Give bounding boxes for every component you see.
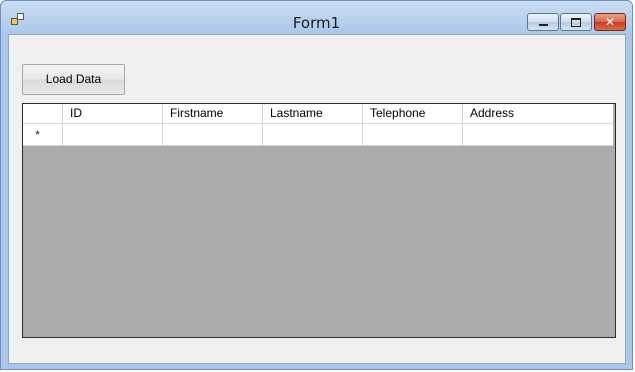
column-header-address[interactable]: Address	[463, 104, 613, 124]
close-button[interactable]: ✕	[594, 13, 626, 31]
column-header-lastname[interactable]: Lastname	[263, 104, 363, 124]
new-row: *	[23, 124, 613, 146]
maximize-button[interactable]	[560, 13, 592, 31]
minimize-button[interactable]	[527, 13, 559, 31]
new-row-marker[interactable]: *	[23, 124, 63, 146]
close-icon: ✕	[604, 15, 616, 29]
load-data-button[interactable]: Load Data	[22, 64, 125, 95]
minimize-icon	[538, 23, 548, 26]
cell-lastname[interactable]	[263, 124, 363, 146]
cell-id[interactable]	[63, 124, 163, 146]
data-grid[interactable]: ID Firstname Lastname Telephone Address …	[22, 103, 616, 338]
column-header-telephone[interactable]: Telephone	[363, 104, 463, 124]
cell-address[interactable]	[463, 124, 613, 146]
cell-telephone[interactable]	[363, 124, 463, 146]
cell-firstname[interactable]	[163, 124, 263, 146]
title-bar[interactable]: Form1 ✕	[1, 1, 632, 33]
main-window: Form1 ✕ Load Data ID Firstname Lastname …	[0, 0, 633, 370]
column-header-id[interactable]: ID	[63, 104, 163, 124]
maximize-icon	[571, 17, 581, 27]
column-header-firstname[interactable]: Firstname	[163, 104, 263, 124]
form-client-area: Load Data ID Firstname Lastname Telephon…	[8, 34, 626, 364]
grid-corner-header[interactable]	[23, 104, 63, 124]
grid-header-row: ID Firstname Lastname Telephone Address	[23, 104, 613, 124]
